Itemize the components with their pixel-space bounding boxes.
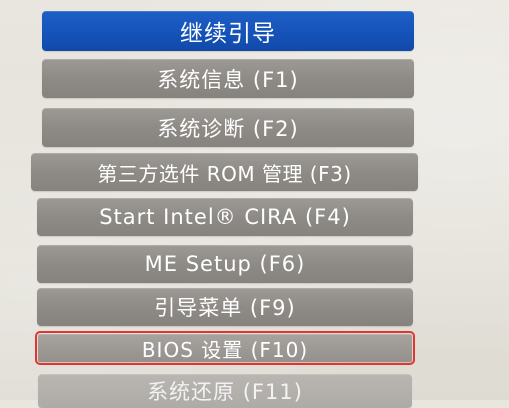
boot-menu: 继续引导 系统信息 (F1) 系统诊断 (F2) 第三方选件 ROM 管理 (F… bbox=[0, 0, 509, 408]
menu-item-system-recovery[interactable]: 系统还原 (F11) bbox=[38, 374, 412, 408]
menu-item-label: 第三方选件 ROM 管理 (F3) bbox=[97, 161, 352, 186]
menu-item-label: Start Intel® CIRA (F4) bbox=[99, 205, 351, 229]
menu-item-continue-boot[interactable]: 继续引导 bbox=[42, 11, 414, 51]
menu-item-bios-setup[interactable]: BIOS 设置 (F10) bbox=[35, 331, 415, 365]
menu-item-label: 系统还原 (F11) bbox=[147, 380, 303, 404]
menu-item-me-setup[interactable]: ME Setup (F6) bbox=[37, 245, 413, 283]
menu-item-start-intel-cira[interactable]: Start Intel® CIRA (F4) bbox=[37, 198, 413, 236]
menu-item-label: 系统诊断 (F2) bbox=[157, 116, 299, 141]
menu-item-label: ME Setup (F6) bbox=[144, 252, 306, 276]
menu-item-option-rom-management[interactable]: 第三方选件 ROM 管理 (F3) bbox=[31, 153, 418, 191]
menu-item-label: 引导菜单 (F9) bbox=[154, 296, 296, 320]
menu-item-label: 系统信息 (F1) bbox=[157, 67, 299, 92]
menu-item-system-diagnostics[interactable]: 系统诊断 (F2) bbox=[42, 108, 414, 147]
menu-item-label: 继续引导 bbox=[180, 21, 276, 47]
menu-item-boot-menu[interactable]: 引导菜单 (F9) bbox=[37, 288, 413, 326]
menu-item-label: BIOS 设置 (F10) bbox=[141, 337, 309, 362]
menu-item-system-information[interactable]: 系统信息 (F1) bbox=[42, 59, 414, 98]
